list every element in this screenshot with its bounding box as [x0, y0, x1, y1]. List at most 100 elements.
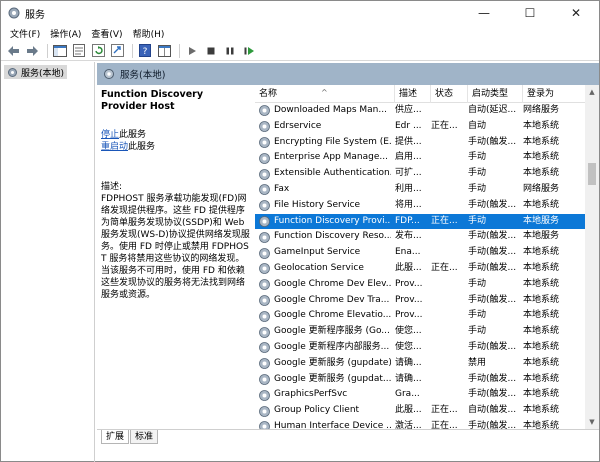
- menu-help[interactable]: 帮助(H): [128, 25, 170, 41]
- tab-standard[interactable]: 标准: [130, 430, 159, 444]
- service-name-cell: Google Chrome Dev Tra...: [255, 293, 391, 309]
- service-row[interactable]: Google 更新服务 (gupdate) 请确... 禁用 本地系统: [255, 356, 585, 372]
- service-logon-as: 本地系统: [523, 294, 560, 305]
- tab-extended[interactable]: 扩展: [101, 430, 130, 444]
- close-icon: ✕: [570, 6, 582, 20]
- service-gear-icon: [259, 326, 270, 338]
- properties-button[interactable]: [71, 43, 87, 59]
- service-row[interactable]: File History Service 将用... 手动(触发... 本地系统: [255, 198, 585, 214]
- show-console-tree-button[interactable]: [52, 43, 68, 59]
- service-name-cell: File History Service: [255, 198, 391, 214]
- service-gear-icon: [259, 247, 270, 259]
- column-header-name-label: 名称: [259, 89, 278, 99]
- service-row[interactable]: Fax 利用... 手动 网络服务: [255, 182, 585, 198]
- service-name-cell: GameInput Service: [255, 245, 391, 261]
- service-name: Google Chrome Dev Tra...: [274, 294, 390, 305]
- service-description: 发布...: [395, 231, 422, 242]
- content-header: 服务(本地): [97, 63, 599, 85]
- service-name: Google Chrome Dev Elev...: [274, 278, 391, 289]
- service-name: File History Service: [274, 199, 361, 210]
- tree-item-services-local[interactable]: 服务(本地): [4, 65, 68, 79]
- service-logon-as: 本地系统: [523, 247, 560, 258]
- service-row[interactable]: Edrservice Edr ... 正在... 自动 本地系统: [255, 119, 585, 135]
- service-name: Function Discovery Provi...: [274, 215, 391, 226]
- service-row[interactable]: Group Policy Client 此服... 正在... 自动(触发... 本地系…: [255, 403, 585, 419]
- service-row[interactable]: Function Discovery Provi... FDP... 正在... 手动…: [255, 213, 585, 230]
- refresh-button[interactable]: [90, 43, 106, 59]
- pause-service-button[interactable]: [222, 43, 238, 59]
- service-logon-as: 本地系统: [523, 136, 560, 147]
- service-name: Fax: [274, 183, 290, 194]
- column-header-status[interactable]: 状态: [431, 85, 468, 103]
- service-row[interactable]: GameInput Service Ena... 手动(触发... 本地系统: [255, 245, 585, 261]
- scroll-up-icon[interactable]: ▲: [585, 85, 599, 99]
- back-button[interactable]: [5, 43, 21, 59]
- vertical-scrollbar[interactable]: ▲ ▼: [585, 85, 599, 429]
- service-startup-type: 手动(触发...: [468, 373, 517, 384]
- service-description: 利用...: [395, 183, 422, 194]
- toolbar-separator: [47, 43, 48, 58]
- export-list-icon: [110, 44, 124, 57]
- service-status: [431, 387, 465, 403]
- restart-service-button[interactable]: [241, 43, 257, 59]
- service-description: 启用...: [395, 152, 422, 163]
- service-name-cell: GraphicsPerfSvc: [255, 387, 391, 403]
- service-gear-icon: [259, 152, 270, 164]
- service-row[interactable]: GraphicsPerfSvc Gra... 手动(触发... 本地系统: [255, 387, 585, 403]
- start-service-button[interactable]: [184, 43, 200, 59]
- service-row[interactable]: Extensible Authentication... 可扩... 手动 本地系统: [255, 166, 585, 182]
- service-row[interactable]: Encrypting File System (E... 提供... 手动(触发..…: [255, 135, 585, 151]
- service-row[interactable]: Google Chrome Elevatio... Prov... 手动 本地系统: [255, 308, 585, 324]
- service-name-cell: Downloaded Maps Man...: [255, 103, 391, 119]
- service-row[interactable]: Geolocation Service 此服... 正在... 手动(触发... 本地系…: [255, 261, 585, 277]
- service-gear-icon: [259, 137, 270, 148]
- service-name: Google 更新服务 (gupdate): [274, 357, 391, 368]
- forward-button[interactable]: [24, 43, 40, 59]
- column-header-startup-label: 启动类型: [472, 89, 509, 99]
- service-name-cell: Human Interface Device ...: [255, 419, 391, 429]
- service-row[interactable]: Enterprise App Manage... 启用... 手动 本地系统: [255, 150, 585, 166]
- scroll-down-icon[interactable]: ▼: [585, 415, 599, 429]
- scroll-thumb[interactable]: [588, 163, 596, 185]
- service-row[interactable]: Function Discovery Reso... 发布... 手动(触发... 本…: [255, 229, 585, 245]
- stop-service-link[interactable]: 停止: [101, 130, 119, 140]
- service-row[interactable]: Downloaded Maps Man... 供应... 自动(延迟... 网络服务: [255, 103, 585, 119]
- menu-file[interactable]: 文件(F): [5, 25, 45, 41]
- help-button[interactable]: ?: [137, 43, 153, 59]
- export-list-button[interactable]: [109, 43, 125, 59]
- back-arrow-icon: [7, 45, 19, 56]
- column-header-status-label: 状态: [435, 89, 454, 99]
- column-header-startup-type[interactable]: 启动类型: [468, 85, 523, 103]
- minimize-button[interactable]: —: [461, 1, 507, 25]
- stop-service-button[interactable]: [203, 43, 219, 59]
- service-row[interactable]: Google 更新服务 (gupdat... 请确... 手动(触发... 本地系统: [255, 372, 585, 388]
- service-name: Extensible Authentication...: [274, 168, 391, 179]
- service-status: [431, 229, 465, 245]
- service-row[interactable]: Google 更新程序服务 (Go... 使您... 手动 本地系统: [255, 324, 585, 340]
- service-row[interactable]: Google Chrome Dev Elev... Prov... 手动 本地系统: [255, 277, 585, 293]
- column-header-logon[interactable]: 登录为: [523, 85, 585, 103]
- service-gear-icon: [259, 358, 270, 370]
- forward-arrow-icon: [26, 45, 38, 56]
- service-description: 激活...: [395, 420, 422, 429]
- view-button[interactable]: [156, 43, 172, 59]
- service-description: 可扩...: [395, 168, 422, 179]
- service-status: [431, 103, 465, 119]
- menu-action[interactable]: 操作(A): [45, 25, 86, 41]
- service-logon-as: 本地系统: [523, 310, 560, 321]
- service-row[interactable]: Google 更新程序内部服务... 使您... 手动(触发... 本地系统: [255, 340, 585, 356]
- column-header-name[interactable]: 名称 ^: [255, 85, 395, 103]
- service-name: GameInput Service: [274, 247, 361, 258]
- service-startup-type: 手动(触发...: [468, 231, 517, 242]
- services-list: 名称 ^ 描述 状态 启动类型 登录为 Downloaded Maps Man.…: [255, 85, 599, 429]
- service-status: [431, 166, 465, 182]
- service-row[interactable]: Google Chrome Dev Tra... Prov... 手动(触发... 本…: [255, 293, 585, 309]
- service-name: Edrservice: [274, 120, 322, 131]
- menu-view[interactable]: 查看(V): [86, 25, 127, 41]
- maximize-button[interactable]: ☐: [507, 1, 553, 25]
- column-header-description[interactable]: 描述: [395, 85, 431, 103]
- close-button[interactable]: ✕: [553, 1, 599, 25]
- service-row[interactable]: Human Interface Device ... 激活... 正在... 手动(触…: [255, 419, 585, 429]
- service-startup-type: 自动(触发...: [468, 405, 517, 416]
- restart-service-link[interactable]: 重启动: [101, 142, 128, 152]
